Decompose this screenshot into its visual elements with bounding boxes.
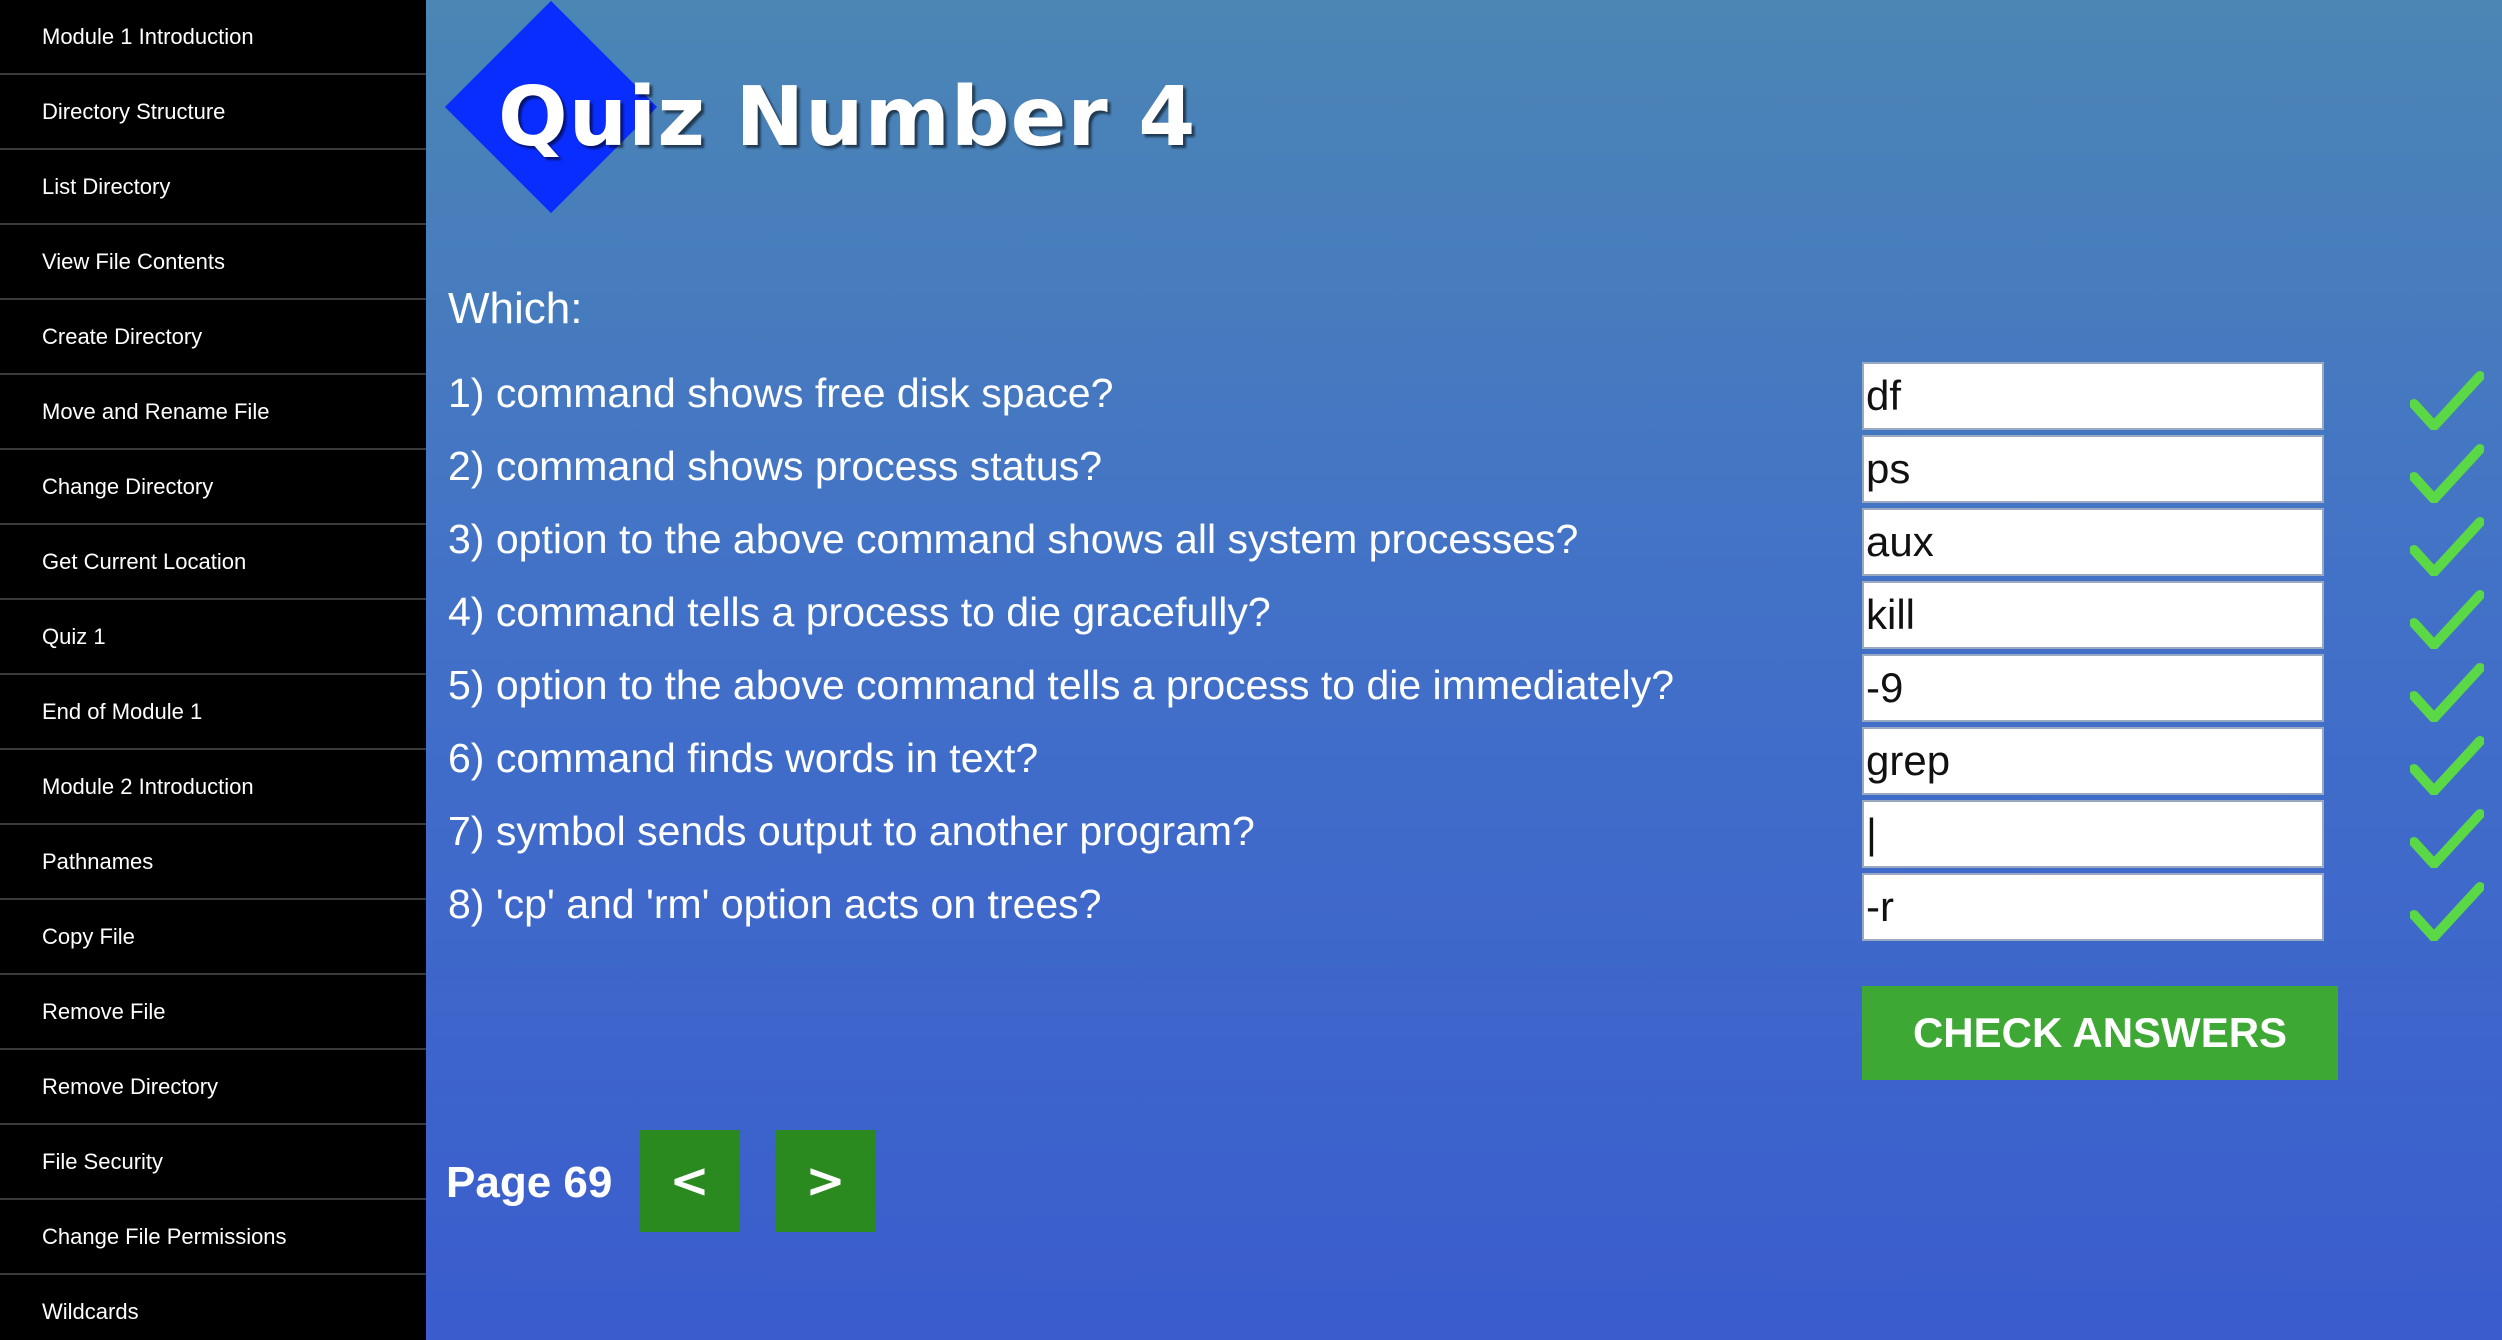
sidebar-item-label: Move and Rename File <box>42 398 270 424</box>
sidebar-item-label: Directory Structure <box>42 98 226 124</box>
sidebar-item-label: Get Current Location <box>42 548 247 574</box>
question-4-text: 4) command tells a process to die gracef… <box>448 589 1271 635</box>
sidebar-item-label: Quiz 1 <box>42 623 106 649</box>
sidebar-item-label: Change File Permissions <box>42 1223 287 1249</box>
sidebar-item-label: Pathnames <box>42 848 154 874</box>
quiz-prompt: Which: <box>448 284 583 333</box>
sidebar-item-label: Copy File <box>42 923 135 949</box>
question-7-text: 7) symbol sends output to another progra… <box>448 808 1255 854</box>
sidebar-item-label: View File Contents <box>42 248 226 274</box>
sidebar-item-label: Change Directory <box>42 473 214 499</box>
question-3-text: 3) option to the above command shows all… <box>448 516 1579 562</box>
sidebar-item-quiz-1[interactable]: Quiz 1 <box>0 600 426 675</box>
answer-5-input[interactable] <box>1862 654 2324 722</box>
question-2-text: 2) command shows process status? <box>448 443 1102 489</box>
question-1-text: 1) command shows free disk space? <box>448 370 1114 416</box>
check-answers-button[interactable]: CHECK ANSWERS <box>1862 986 2338 1080</box>
sidebar-item-label: File Security <box>42 1148 164 1174</box>
question-8-text: 8) 'cp' and 'rm' option acts on trees? <box>448 881 1102 927</box>
sidebar-item-remove-file[interactable]: Remove File <box>0 975 426 1050</box>
answer-7-input[interactable] <box>1862 800 2324 868</box>
sidebar-item-label: Create Directory <box>42 323 203 349</box>
sidebar-item-label: Remove File <box>42 998 166 1024</box>
page-number: Page 69 <box>446 1158 613 1207</box>
check-icon <box>2410 809 2484 868</box>
answer-6-input[interactable] <box>1862 727 2324 795</box>
sidebar-item-label: End of Module 1 <box>42 698 203 724</box>
sidebar-item-label: Wildcards <box>42 1298 139 1324</box>
answer-3-input[interactable] <box>1862 508 2324 576</box>
sidebar-item-copy-file[interactable]: Copy File <box>0 900 426 975</box>
check-icon <box>2410 590 2484 649</box>
sidebar-item-wildcards[interactable]: Wildcards <box>0 1275 426 1340</box>
answer-8-input[interactable] <box>1862 873 2324 941</box>
sidebar-item-change-file-permissions[interactable]: Change File Permissions <box>0 1200 426 1275</box>
sidebar-item-end-of-module-1[interactable]: End of Module 1 <box>0 675 426 750</box>
check-icon <box>2410 517 2484 576</box>
previous-page-button[interactable]: < <box>639 1130 740 1232</box>
sidebar-item-module-1-introduction[interactable]: Module 1 Introduction <box>0 0 426 75</box>
check-icon <box>2410 736 2484 795</box>
sidebar-item-view-file-contents[interactable]: View File Contents <box>0 225 426 300</box>
answer-2-input[interactable] <box>1862 435 2324 503</box>
sidebar-item-list-directory[interactable]: List Directory <box>0 150 426 225</box>
main-content: Quiz Number 4 Which: 1) command shows fr… <box>426 0 2502 1340</box>
next-page-button[interactable]: > <box>775 1130 876 1232</box>
answer-4-input[interactable] <box>1862 581 2324 649</box>
question-6-text: 6) command finds words in text? <box>448 735 1039 781</box>
sidebar-item-change-directory[interactable]: Change Directory <box>0 450 426 525</box>
sidebar-item-label: Module 2 Introduction <box>42 773 254 799</box>
sidebar-item-module-2-introduction[interactable]: Module 2 Introduction <box>0 750 426 825</box>
answer-1-input[interactable] <box>1862 362 2324 430</box>
sidebar-item-label: List Directory <box>42 173 171 199</box>
sidebar-item-label: Module 1 Introduction <box>42 23 254 49</box>
sidebar-item-file-security[interactable]: File Security <box>0 1125 426 1200</box>
sidebar-nav: Module 1 Introduction Directory Structur… <box>0 0 426 1340</box>
question-5-text: 5) option to the above command tells a p… <box>448 662 1675 708</box>
check-icon <box>2410 882 2484 941</box>
sidebar-item-directory-structure[interactable]: Directory Structure <box>0 75 426 150</box>
sidebar-item-remove-directory[interactable]: Remove Directory <box>0 1050 426 1125</box>
sidebar-item-pathnames[interactable]: Pathnames <box>0 825 426 900</box>
page-title: Quiz Number 4 <box>498 70 1197 165</box>
check-icon <box>2410 371 2484 430</box>
sidebar-item-label: Remove Directory <box>42 1073 219 1099</box>
sidebar-item-get-current-location[interactable]: Get Current Location <box>0 525 426 600</box>
sidebar-item-create-directory[interactable]: Create Directory <box>0 300 426 375</box>
check-icon <box>2410 663 2484 722</box>
check-icon <box>2410 444 2484 503</box>
sidebar-item-move-and-rename-file[interactable]: Move and Rename File <box>0 375 426 450</box>
